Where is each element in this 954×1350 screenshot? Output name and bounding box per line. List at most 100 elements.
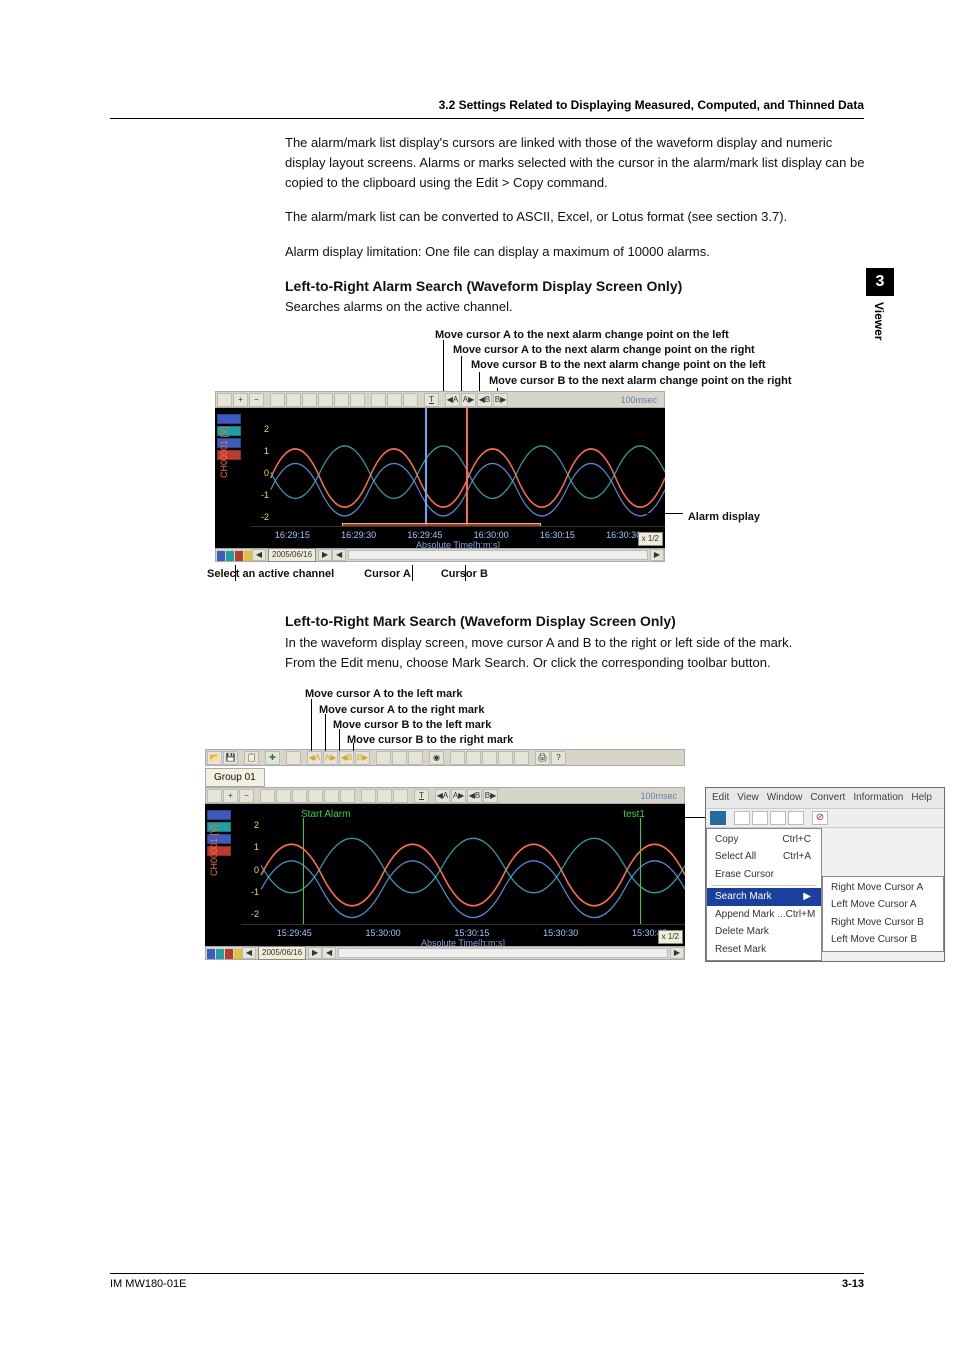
zoom-in-icon[interactable]: + bbox=[223, 789, 238, 803]
tool-btn[interactable] bbox=[286, 393, 301, 407]
tool-btn[interactable] bbox=[324, 789, 339, 803]
tool-btn[interactable] bbox=[377, 789, 392, 803]
alarm-search-b-left-btn[interactable]: ◀B bbox=[477, 393, 492, 407]
tool-btn[interactable]: ◀A bbox=[435, 789, 450, 803]
waveform-display[interactable]: CH00001 [V] 2 1 0 -1 -2 bbox=[215, 408, 665, 548]
menu-item[interactable]: CopyCtrl+C bbox=[707, 831, 821, 849]
tool-btn[interactable] bbox=[207, 789, 222, 803]
tool-btn[interactable] bbox=[286, 751, 301, 765]
alarm-search-a-right-btn[interactable]: A▶ bbox=[461, 393, 476, 407]
submenu-item[interactable]: Right Move Cursor B bbox=[823, 914, 943, 932]
tool-btn[interactable] bbox=[334, 393, 349, 407]
scroll-left-icon[interactable]: ◀ bbox=[242, 947, 256, 959]
mark-a-left-btn[interactable]: ◀A bbox=[307, 751, 322, 765]
tool-btn[interactable]: ✚ bbox=[265, 751, 280, 765]
submenu-item[interactable]: Left Move Cursor B bbox=[823, 931, 943, 949]
waveform-display-2[interactable]: CH00001 [V] Start Alarm test1 2 1 0 -1 -… bbox=[205, 804, 685, 946]
tool-btn[interactable] bbox=[308, 789, 323, 803]
menu-help[interactable]: Help bbox=[911, 790, 932, 806]
tool-btn[interactable] bbox=[350, 393, 365, 407]
menu-bar[interactable]: Edit View Window Convert Information Hel… bbox=[706, 788, 944, 808]
zoom-out-icon[interactable]: − bbox=[239, 789, 254, 803]
mark-b-left-btn[interactable] bbox=[770, 811, 786, 825]
open-icon[interactable]: 📂 bbox=[207, 751, 222, 765]
waveform-toolbar-2[interactable]: + − T ◀A A▶ ◀B B▶ 100msec bbox=[205, 787, 685, 804]
tool-btn[interactable] bbox=[361, 789, 376, 803]
mark-b-right-btn[interactable] bbox=[788, 811, 804, 825]
mark-a-right-btn[interactable]: A▶ bbox=[323, 751, 338, 765]
tool-btn[interactable] bbox=[387, 393, 402, 407]
tool-btn[interactable] bbox=[514, 751, 529, 765]
menu-view[interactable]: View bbox=[737, 790, 759, 806]
tool-btn[interactable] bbox=[260, 789, 275, 803]
zoom-out-icon[interactable]: − bbox=[249, 393, 264, 407]
menu-window[interactable]: Window bbox=[767, 790, 803, 806]
menu-item[interactable]: Erase Cursor bbox=[707, 866, 821, 884]
tool-btn[interactable] bbox=[371, 393, 386, 407]
scroll-left-icon[interactable]: ◀ bbox=[332, 549, 346, 561]
submenu-item[interactable]: Right Move Cursor A bbox=[823, 879, 943, 897]
tool-btn[interactable] bbox=[466, 751, 481, 765]
menu-item[interactable]: Append Mark ...Ctrl+M bbox=[707, 906, 821, 924]
tool-btn[interactable]: ◀B bbox=[467, 789, 482, 803]
menu-item[interactable]: Reset Mark bbox=[707, 941, 821, 959]
menu-convert[interactable]: Convert bbox=[810, 790, 845, 806]
tool-btn[interactable] bbox=[340, 789, 355, 803]
cursor-a[interactable] bbox=[425, 408, 427, 530]
scroll-right-icon[interactable]: ▶ bbox=[670, 947, 684, 959]
mark-b-left-btn[interactable]: ◀B bbox=[339, 751, 354, 765]
tool-btn[interactable] bbox=[318, 393, 333, 407]
app-main-toolbar[interactable]: 📂 💾 📋 ✚ ◀A A▶ ◀B B▶ ◉ bbox=[205, 749, 685, 766]
tool-btn[interactable] bbox=[450, 751, 465, 765]
menu-edit[interactable]: Edit bbox=[712, 790, 729, 806]
waveform-toolbar[interactable]: + − T ◀A A▶ bbox=[215, 391, 665, 408]
menu-item[interactable]: Delete Mark bbox=[707, 923, 821, 941]
edit-menu-dropdown[interactable]: CopyCtrl+C Select AllCtrl+A Erase Cursor… bbox=[706, 828, 822, 962]
copy-icon[interactable]: 📋 bbox=[244, 751, 259, 765]
scroll-right-icon[interactable]: ▶ bbox=[650, 549, 664, 561]
group-tab[interactable]: Group 01 bbox=[205, 768, 265, 788]
tool-btn[interactable] bbox=[302, 393, 317, 407]
scroll-right-icon[interactable]: ▶ bbox=[318, 549, 332, 561]
search-mark-submenu[interactable]: Right Move Cursor A Left Move Cursor A R… bbox=[822, 876, 944, 952]
tool-btn[interactable]: A▶ bbox=[451, 789, 466, 803]
alarm-search-a-left-btn[interactable]: ◀A bbox=[445, 393, 460, 407]
channel-tag[interactable] bbox=[217, 414, 241, 424]
mini-toolbar[interactable]: ⊘ bbox=[706, 808, 944, 828]
menu-item-search-mark[interactable]: Search Mark▶ bbox=[707, 888, 821, 906]
tool-btn[interactable]: B▶ bbox=[483, 789, 498, 803]
submenu-item[interactable]: Left Move Cursor A bbox=[823, 896, 943, 914]
channel-tag[interactable] bbox=[207, 810, 231, 820]
alarm-search-b-right-btn[interactable]: B▶ bbox=[493, 393, 508, 407]
tool-btn[interactable] bbox=[392, 751, 407, 765]
tool-btn[interactable] bbox=[376, 751, 391, 765]
tool-btn[interactable] bbox=[408, 751, 423, 765]
help-icon[interactable]: ? bbox=[551, 751, 566, 765]
tool-btn[interactable] bbox=[217, 393, 232, 407]
mark-b-right-btn[interactable]: B▶ bbox=[355, 751, 370, 765]
tool-btn[interactable]: T bbox=[414, 789, 429, 803]
menu-item[interactable]: Select AllCtrl+A bbox=[707, 848, 821, 866]
tool-btn[interactable] bbox=[270, 393, 285, 407]
mark-a-left-btn[interactable] bbox=[734, 811, 750, 825]
scroll-left-icon[interactable]: ◀ bbox=[252, 549, 266, 561]
waveform-scrollbar-2[interactable]: ◀ 2005/06/16 ▶ ◀ ▶ bbox=[205, 946, 685, 960]
tool-btn[interactable] bbox=[292, 789, 307, 803]
scroll-left-icon[interactable]: ◀ bbox=[322, 947, 336, 959]
save-icon[interactable]: 💾 bbox=[223, 751, 238, 765]
print-icon[interactable]: 🖨 bbox=[535, 751, 550, 765]
tool-btn[interactable] bbox=[276, 789, 291, 803]
tool-btn[interactable] bbox=[498, 751, 513, 765]
waveform-scrollbar[interactable]: ◀ 2005/06/16 ▶ ◀ ▶ bbox=[215, 548, 665, 562]
cursor-b[interactable] bbox=[466, 408, 468, 530]
tool-btn[interactable]: T bbox=[424, 393, 439, 407]
close-icon[interactable]: ⊘ bbox=[812, 811, 828, 825]
menu-information[interactable]: Information bbox=[853, 790, 903, 806]
scroll-right-icon[interactable]: ▶ bbox=[308, 947, 322, 959]
tool-btn[interactable] bbox=[393, 789, 408, 803]
tool-btn[interactable]: ◉ bbox=[429, 751, 444, 765]
mini-tool[interactable] bbox=[710, 811, 726, 825]
zoom-in-icon[interactable]: + bbox=[233, 393, 248, 407]
tool-btn[interactable] bbox=[482, 751, 497, 765]
mark-a-right-btn[interactable] bbox=[752, 811, 768, 825]
